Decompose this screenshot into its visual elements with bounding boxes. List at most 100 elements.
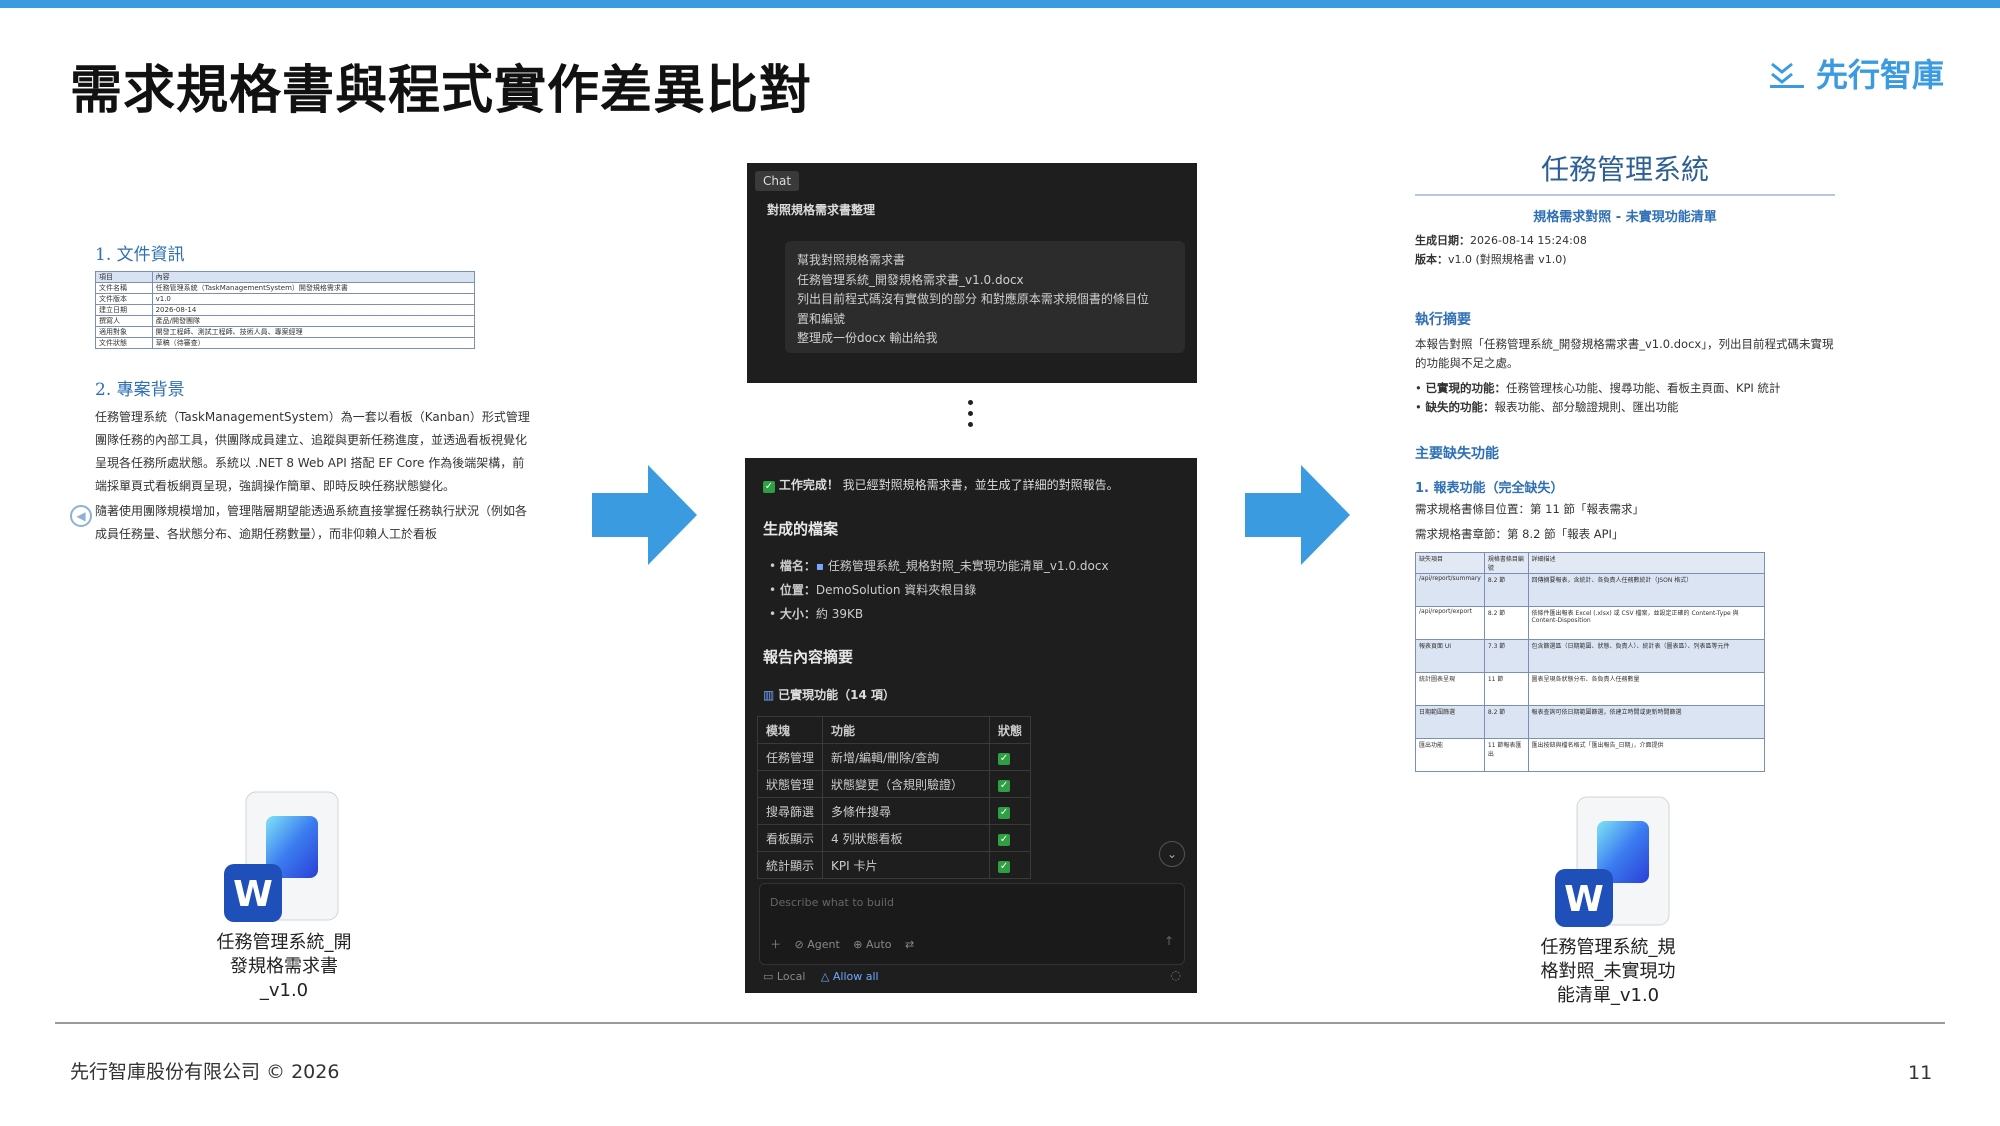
chat-title: 對照規格需求書整理	[767, 203, 876, 217]
spec-docx-file[interactable]: W 任務管理系統_開 發規格需求書 _v1.0	[217, 790, 384, 1003]
model-icon: ⊕	[853, 938, 863, 951]
table-row: 適用對象 開發工程師、測試工程師、技術人員、專案經理	[95, 326, 476, 338]
missing-label: 缺失的功能：	[1425, 400, 1495, 414]
table-cell: 文件版本	[95, 293, 153, 305]
collapse-left-icon[interactable]: ◀	[70, 505, 92, 527]
flow-arrow-icon	[1245, 465, 1350, 565]
table-row: 缺失項目 規格書條目編號 詳細描述	[1415, 552, 1766, 574]
refresh-icon[interactable]: ◌	[1171, 968, 1181, 982]
spec-location-line: 需求規格書條目位置：第 11 節「報表需求」	[1415, 502, 1644, 516]
table-row: 文件名稱 任務管理系統（TaskManagementSystem）開發規格需求書	[95, 282, 476, 294]
table-header: 規格書條目編號	[1483, 552, 1529, 574]
chat-response-panel: ✓ 工作完成！ 我已經對照規格需求書，並生成了詳細的對照報告。 生成的檔案 • …	[745, 458, 1197, 993]
implemented-text: 任務管理核心功能、搜尋功能、看板主頁面、KPI 統計	[1505, 381, 1781, 395]
table-cell: 任務管理系統（TaskManagementSystem）開發規格需求書	[151, 282, 476, 294]
settings-icon[interactable]: ⇄	[905, 938, 914, 951]
message-line: 列出目前程式碼沒有實做到的部分 和對應原本需求規個書的條目位	[797, 292, 1149, 306]
table-cell: 任務管理	[756, 743, 824, 771]
send-icon[interactable]: ↑	[1164, 934, 1174, 948]
spec-docx-label: 任務管理系統_開 發規格需求書 _v1.0	[184, 931, 384, 1003]
table-cell: 狀態管理	[756, 770, 824, 798]
logo-text: 先行智庫	[1816, 56, 1945, 94]
table-cell: 多條件搜尋	[822, 797, 991, 825]
table-cell: 匯出按鈕與檔名格式「匯出報告_日期」，介面提供	[1527, 738, 1766, 772]
status-cell: ✓	[989, 743, 1032, 771]
table-cell: 11 節	[1483, 672, 1529, 706]
local-button[interactable]: Local	[777, 970, 806, 983]
table-header: 狀態	[989, 716, 1032, 744]
table-cell: 包含篩選區（日期範圍、狀態、負責人）、統計表（圖表區）、列表區等元件	[1527, 639, 1766, 673]
table-header: 功能	[822, 716, 991, 744]
implemented-table: 模塊 功能 狀態 任務管理 新增/編輯/刪除/查詢 ✓ 狀態管理 狀態變更（含規則驗證…	[756, 716, 1032, 879]
status-cell: ✓	[989, 824, 1032, 852]
table-row: 任務管理 新增/編輯/刪除/查詢 ✓	[756, 743, 1032, 771]
allow-all-button[interactable]: Allow all	[833, 970, 879, 983]
size-value: 約 39KB	[815, 607, 864, 621]
message-line: 置和編號	[797, 311, 846, 326]
warning-icon: △	[820, 970, 830, 983]
table-header: 詳細描述	[1527, 552, 1766, 574]
chat-tab[interactable]: Chat	[755, 171, 800, 191]
chat-input[interactable]: Describe what to build	[770, 896, 894, 909]
size-label: 大小：	[779, 607, 816, 621]
svg-text:W: W	[1564, 879, 1604, 920]
table-cell: 看板顯示	[756, 824, 824, 852]
message-line: 任務管理系統_開發規格需求書_v1.0.docx	[797, 272, 1024, 287]
table-cell: 4 列狀態看板	[822, 824, 991, 852]
table-cell: 內容	[151, 271, 476, 283]
footer-copyright: 先行智庫股份有限公司 © 2026	[70, 1061, 340, 1083]
table-cell: 搜尋篩選	[756, 797, 824, 825]
doc-info-table: 項目 內容 文件名稱 任務管理系統（TaskManagementSystem）開發規…	[95, 271, 476, 349]
missing-items-table: 缺失項目 規格書條目編號 詳細描述 /api/report/summary 8.2 節…	[1415, 552, 1766, 772]
page-number: 11	[1908, 1062, 1933, 1084]
status-cell: ✓	[989, 770, 1032, 798]
table-cell: 匯出功能	[1415, 738, 1485, 772]
table-cell: 統計顯示	[756, 851, 824, 879]
table-cell: 7.3 節	[1483, 639, 1529, 673]
completion-label: 工作完成！	[778, 478, 839, 492]
date-label: 生成日期：	[1415, 234, 1470, 247]
check-icon: ✓	[998, 779, 1011, 792]
scroll-down-icon[interactable]: ⌄	[1159, 841, 1185, 867]
spec-document-preview: 1. 文件資訊 項目 內容 文件名稱 任務管理系統（TaskManagementSy…	[95, 240, 535, 590]
table-row: 模塊 功能 狀態	[756, 716, 1032, 744]
check-icon: ✓	[998, 806, 1011, 819]
model-select[interactable]: Auto	[866, 938, 892, 951]
file-name-label: 檔名：	[779, 559, 816, 573]
table-cell: 11 節報表匯出	[1483, 738, 1529, 772]
files-heading: 生成的檔案	[763, 520, 839, 538]
svg-text:W: W	[233, 874, 273, 915]
report-docx-file[interactable]: W 任務管理系統_規 格對照_未實現功 能清單_v1.0	[1541, 795, 1708, 1008]
check-icon: ✓	[998, 752, 1011, 765]
table-row: 統計顯示 KPI 卡片 ✓	[756, 851, 1032, 879]
table-cell: KPI 卡片	[822, 851, 991, 879]
status-cell: ✓	[989, 797, 1032, 825]
table-cell: 開發工程師、測試工程師、技術人員、專案經理	[151, 326, 476, 338]
table-cell: 項目	[95, 271, 153, 283]
file-name-link[interactable]: 任務管理系統_規格對照_未實現功能清單_v1.0.docx	[828, 559, 1109, 573]
table-row: 搜尋篩選 多條件搜尋 ✓	[756, 797, 1032, 825]
logo-icon	[1770, 62, 1804, 88]
table-row: 撰寫人 產品/開發團隊	[95, 315, 476, 327]
report-title: 任務管理系統	[1540, 153, 1709, 186]
plus-icon[interactable]: ＋	[770, 938, 781, 951]
message-line: 整理成一份docx 輸出給我	[797, 331, 938, 345]
table-cell: 草稿（待審查）	[151, 337, 476, 349]
file-label-line: 格對照_未實現功	[1540, 961, 1676, 982]
file-label-line: 任務管理系統_規	[1540, 937, 1676, 958]
message-line: 幫我對照規格需求書	[797, 253, 906, 267]
summary-heading: 執行摘要	[1415, 312, 1471, 328]
agent-mode-button[interactable]: Agent	[807, 938, 840, 951]
missing-text: 報表功能、部分驗證規則、匯出功能	[1494, 400, 1679, 414]
status-bar: ▭ Local △ Allow all	[763, 970, 879, 983]
implemented-label: 已實現功能（14 項）	[778, 688, 896, 702]
version-value: v1.0 (對照規格書 v1.0)	[1448, 253, 1567, 266]
file-icon: ▪	[815, 559, 825, 573]
section-heading-doc-info: 1. 文件資訊	[95, 245, 185, 265]
report-feature-heading: 1. 報表功能（完全缺失）	[1415, 481, 1564, 496]
table-cell: 新增/編輯/刪除/查詢	[822, 743, 991, 771]
report-docx-label: 任務管理系統_規 格對照_未實現功 能清單_v1.0	[1508, 936, 1708, 1008]
chat-input-box[interactable]: Describe what to build ＋ ⊘ Agent ⊕ Auto …	[759, 883, 1185, 965]
table-header: 模塊	[756, 716, 824, 744]
table-cell: 依條件匯出報表 Excel (.xlsx) 或 CSV 檔案，並設定正確的 Co…	[1527, 606, 1766, 640]
